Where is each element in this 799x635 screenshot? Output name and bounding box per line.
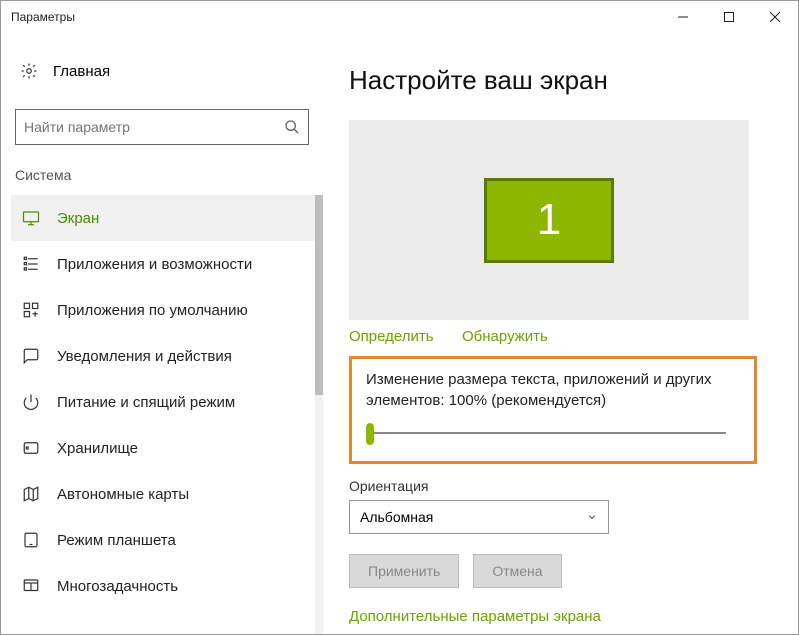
defaults-icon (19, 301, 43, 319)
scrollbar-thumb[interactable] (315, 195, 323, 395)
nav-item-display[interactable]: Экран (11, 195, 321, 241)
nav-item-multitask[interactable]: Многозадачность (11, 563, 321, 609)
nav-item-notifications[interactable]: Уведомления и действия (11, 333, 321, 379)
section-title: Система (15, 167, 321, 183)
list-icon (19, 255, 43, 273)
search-box[interactable] (15, 109, 309, 145)
scale-highlight: Изменение размера текста, приложений и д… (349, 356, 757, 464)
identify-link[interactable]: Определить (349, 328, 434, 345)
nav-item-default-apps[interactable]: Приложения по умолчанию (11, 287, 321, 333)
maximize-button[interactable] (706, 1, 752, 33)
sidebar: Главная Система Экран Приложения (1, 33, 321, 634)
notification-icon (19, 347, 43, 365)
monitor-icon (19, 209, 43, 227)
orientation-select[interactable]: Альбомная (349, 500, 609, 534)
orientation-label: Ориентация (349, 478, 770, 494)
nav-item-label: Хранилище (57, 440, 138, 457)
orientation-value: Альбомная (360, 509, 433, 525)
gear-icon (17, 62, 41, 80)
monitor-number: 1 (537, 195, 561, 245)
chevron-down-icon (586, 511, 598, 523)
minimize-button[interactable] (660, 1, 706, 33)
nav-item-label: Приложения и возможности (57, 256, 252, 273)
home-link[interactable]: Главная (11, 51, 321, 91)
monitor-1[interactable]: 1 (484, 178, 614, 263)
nav-item-apps[interactable]: Приложения и возможности (11, 241, 321, 287)
nav-item-tablet[interactable]: Режим планшета (11, 517, 321, 563)
nav-item-label: Питание и спящий режим (57, 394, 235, 411)
cancel-button[interactable]: Отмена (473, 554, 561, 588)
advanced-link[interactable]: Дополнительные параметры экрана (349, 608, 770, 625)
content: Настройте ваш экран 1 Определить Обнаруж… (321, 33, 798, 634)
page-title: Настройте ваш экран (349, 65, 770, 96)
multitask-icon (19, 577, 43, 595)
map-icon (19, 485, 43, 503)
monitor-preview[interactable]: 1 (349, 120, 749, 320)
nav-item-label: Автономные карты (57, 486, 189, 503)
scale-slider[interactable] (366, 423, 726, 443)
power-icon (19, 393, 43, 411)
nav-item-label: Уведомления и действия (57, 348, 232, 365)
nav-item-label: Многозадачность (57, 578, 178, 595)
apply-button[interactable]: Применить (349, 554, 459, 588)
slider-track (366, 432, 726, 434)
nav-item-label: Приложения по умолчанию (57, 302, 248, 319)
nav-item-label: Экран (57, 210, 99, 227)
tablet-icon (19, 531, 43, 549)
window-title: Параметры (11, 10, 660, 24)
close-button[interactable] (752, 1, 798, 33)
nav-item-power[interactable]: Питание и спящий режим (11, 379, 321, 425)
nav-item-label: Режим планшета (57, 532, 176, 549)
titlebar: Параметры (1, 1, 798, 33)
detect-link[interactable]: Обнаружить (462, 328, 548, 345)
search-icon (284, 119, 300, 135)
home-label: Главная (53, 63, 110, 80)
search-input[interactable] (24, 119, 284, 135)
nav-item-maps[interactable]: Автономные карты (11, 471, 321, 517)
nav-item-storage[interactable]: Хранилище (11, 425, 321, 471)
storage-icon (19, 439, 43, 457)
scale-label: Изменение размера текста, приложений и д… (366, 369, 740, 411)
slider-thumb[interactable] (366, 423, 374, 445)
